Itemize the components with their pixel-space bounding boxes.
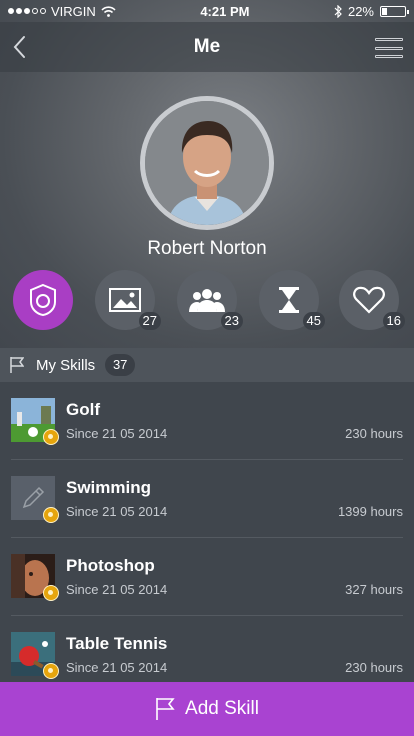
hourglass-icon bbox=[279, 287, 299, 313]
back-arrow-icon[interactable] bbox=[10, 34, 30, 60]
section-title: My Skills bbox=[36, 356, 96, 374]
skill-since: Since 21 05 2014 bbox=[66, 426, 168, 441]
signal-icon bbox=[8, 8, 46, 14]
my-skills-header: My Skills 37 bbox=[0, 348, 414, 382]
stat-photos-count: 27 bbox=[138, 312, 161, 330]
stat-badges-button[interactable] bbox=[13, 270, 73, 330]
medal-badge-icon bbox=[43, 585, 59, 601]
skill-hours: 327 hours bbox=[345, 582, 403, 597]
skill-hours: 230 hours bbox=[345, 426, 403, 441]
page-title: Me bbox=[193, 36, 221, 57]
skill-name: Golf bbox=[66, 400, 100, 419]
stat-photos-button[interactable]: 27 bbox=[95, 270, 161, 330]
badge-icon bbox=[30, 283, 56, 317]
skills-count-badge: 37 bbox=[105, 354, 136, 376]
carrier-label: VIRGIN bbox=[51, 3, 96, 19]
list-item[interactable]: Photoshop Since 21 05 2014 327 hours bbox=[0, 538, 414, 616]
skill-list: Golf Since 21 05 2014 230 hours Swimming… bbox=[0, 382, 414, 682]
list-item[interactable]: Table Tennis Since 21 05 2014 230 hours bbox=[0, 616, 414, 682]
skill-since: Since 21 05 2014 bbox=[66, 582, 168, 597]
list-item[interactable]: Golf Since 21 05 2014 230 hours bbox=[0, 382, 414, 460]
bluetooth-icon bbox=[334, 4, 342, 18]
battery-icon bbox=[380, 5, 409, 17]
people-icon bbox=[189, 289, 225, 312]
flag-icon bbox=[10, 357, 24, 373]
medal-badge-icon bbox=[43, 663, 59, 679]
skill-name: Swimming bbox=[66, 478, 152, 497]
medal-badge-icon bbox=[43, 507, 59, 523]
battery-percent: 22% bbox=[347, 3, 374, 19]
flag-icon bbox=[156, 698, 175, 720]
stat-likes-button[interactable]: 16 bbox=[339, 270, 405, 330]
time-label: 4:21 PM bbox=[200, 3, 250, 19]
heart-icon bbox=[353, 286, 385, 314]
list-item[interactable]: Swimming Since 21 05 2014 1399 hours bbox=[0, 460, 414, 538]
skill-hours: 230 hours bbox=[345, 660, 403, 675]
avatar-photo bbox=[145, 101, 269, 225]
skill-since: Since 21 05 2014 bbox=[66, 504, 168, 519]
skill-name: Photoshop bbox=[66, 556, 155, 575]
menu-icon[interactable] bbox=[375, 38, 403, 58]
add-skill-button[interactable]: Add Skill bbox=[0, 682, 414, 736]
medal-badge-icon bbox=[43, 429, 59, 445]
stat-time-button[interactable]: 45 bbox=[259, 270, 325, 330]
stat-time-count: 45 bbox=[302, 312, 325, 330]
stat-likes-count: 16 bbox=[382, 312, 405, 330]
wifi-icon bbox=[101, 5, 116, 17]
profile-avatar bbox=[140, 96, 274, 230]
navigation-bar: Me bbox=[0, 22, 414, 72]
status-bar: VIRGIN 4:21 PM 22% bbox=[0, 0, 414, 22]
add-skill-label: Add Skill bbox=[185, 698, 259, 719]
stat-friends-count: 23 bbox=[220, 312, 243, 330]
profile-name: Robert Norton bbox=[147, 238, 267, 259]
skill-hours: 1399 hours bbox=[337, 504, 403, 519]
skill-since: Since 21 05 2014 bbox=[66, 660, 168, 675]
stats-row: 27 23 45 16 bbox=[0, 270, 414, 332]
stat-friends-button[interactable]: 23 bbox=[177, 270, 243, 330]
skill-name: Table Tennis bbox=[66, 634, 168, 653]
image-icon bbox=[109, 288, 141, 312]
